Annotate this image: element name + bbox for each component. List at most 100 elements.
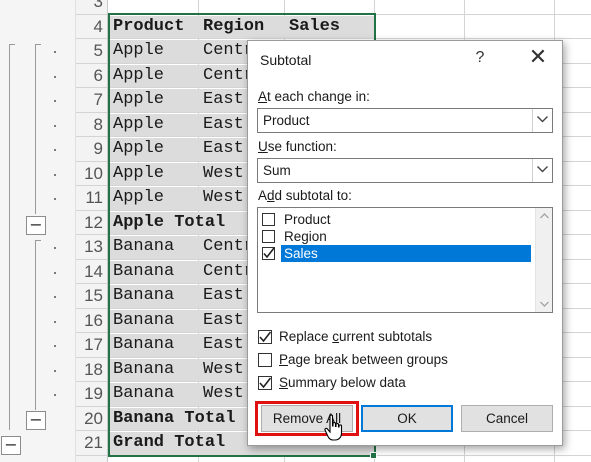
cell-product[interactable]: Banana [108, 260, 198, 284]
ok-button[interactable]: OK [361, 405, 453, 432]
outline-detail-dot [54, 247, 56, 249]
outline-detail-dot [54, 296, 56, 298]
at-each-change-dropdown[interactable]: Product [257, 108, 553, 133]
check-icon [259, 377, 272, 389]
row-header[interactable]: 12 [76, 211, 107, 235]
cell-product[interactable]: Banana [108, 284, 198, 308]
option-label: Page break between groups [279, 352, 448, 367]
collapse-banana-button[interactable]: − [26, 411, 46, 430]
outline-detail-dot [54, 369, 56, 372]
cancel-button[interactable]: Cancel [461, 405, 553, 432]
cell-product[interactable]: Product [108, 15, 198, 39]
outline-detail-dot [54, 198, 56, 200]
row-header[interactable]: 14 [76, 260, 107, 284]
cell-product[interactable]: Apple [108, 137, 198, 161]
row-header[interactable]: 8 [76, 113, 107, 137]
subtotal-field-label: Product [284, 212, 331, 227]
collapse-grand-total-button[interactable]: − [1, 436, 21, 455]
row-header[interactable]: 4 [76, 15, 107, 39]
outline-detail-dot [54, 271, 56, 274]
checkbox[interactable] [262, 247, 275, 260]
chevron-down-icon[interactable] [532, 109, 552, 132]
row-header[interactable]: 5 [76, 39, 107, 64]
row-headers: 3 4 5 6 7 8 9 10 11 12 13 14 15 16 17 18 19 20 21 [76, 0, 108, 462]
cell-product[interactable]: Banana [108, 235, 198, 259]
checkbox[interactable] [262, 213, 275, 226]
check-icon [263, 247, 275, 259]
outline-gutter: − − − [0, 0, 76, 462]
cell-sales[interactable] [284, 0, 374, 14]
subtotal-field-item[interactable]: Product [260, 211, 532, 228]
row-header[interactable]: 10 [76, 162, 107, 186]
row-header[interactable]: 11 [76, 186, 107, 211]
cell-product[interactable]: Apple [108, 88, 198, 112]
hand-pointer-icon [324, 414, 343, 441]
at-each-change-value: Product [263, 113, 310, 128]
row-header[interactable]: 19 [76, 382, 107, 407]
scroll-down-icon[interactable] [540, 301, 549, 307]
fill-handle[interactable] [370, 452, 377, 459]
cell-product[interactable] [108, 0, 198, 14]
checkbox[interactable] [258, 330, 272, 344]
subtotal-dialog: Subtotal ? ✕ At each change in: Product … [247, 40, 563, 446]
cell-product[interactable]: Apple [108, 39, 198, 63]
checkbox[interactable] [258, 353, 272, 367]
cell-product[interactable]: Banana [108, 333, 198, 357]
row-header[interactable]: 21 [76, 431, 107, 456]
outline-detail-dot [54, 345, 56, 347]
cell-sales[interactable]: Sales [284, 15, 374, 39]
outline-level2-bracket-banana [35, 240, 36, 410]
chevron-down-icon[interactable] [532, 159, 552, 182]
subtotal-field-label: Region [284, 229, 327, 244]
cell-region[interactable]: Region [198, 15, 284, 39]
row-header[interactable]: 15 [76, 284, 107, 309]
cell-region[interactable] [198, 0, 284, 14]
use-function-value: Sum [263, 163, 291, 178]
outline-detail-dot [54, 173, 56, 176]
at-each-change-label: At each change in: [258, 89, 370, 104]
row-header[interactable]: 13 [76, 235, 107, 260]
option-label: Replace current subtotals [279, 329, 433, 344]
row-header[interactable]: 18 [76, 358, 107, 382]
use-function-dropdown[interactable]: Sum [257, 158, 553, 183]
row-header[interactable]: 7 [76, 88, 107, 113]
outline-level1-bracket [9, 44, 10, 430]
cell-product[interactable]: Apple [108, 186, 198, 210]
option-checkbox[interactable]: Page break between groups [258, 352, 508, 368]
checkbox[interactable] [258, 376, 272, 390]
outline-detail-dot [54, 75, 56, 78]
option-label: Summary below data [279, 375, 406, 390]
scroll-up-icon[interactable] [540, 213, 549, 219]
cell-product[interactable]: Apple [108, 113, 198, 137]
row-header[interactable]: 16 [76, 309, 107, 333]
cell-product[interactable]: Banana [108, 309, 198, 333]
row-header[interactable]: 20 [76, 407, 107, 431]
checkbox[interactable] [262, 230, 275, 243]
add-subtotal-label: Add subtotal to: [258, 188, 352, 203]
row-header[interactable]: 3 [76, 0, 107, 15]
option-checkbox[interactable]: Replace current subtotals [258, 329, 508, 345]
add-subtotal-listbox[interactable]: Product Region Sales [257, 207, 553, 313]
subtotal-field-item[interactable]: Region [260, 228, 532, 245]
outline-detail-dot [54, 320, 56, 323]
row-header[interactable]: 6 [76, 64, 107, 88]
close-icon[interactable]: ✕ [527, 45, 549, 71]
subtotal-field-item[interactable]: Sales [260, 245, 532, 262]
outline-detail-dot [54, 149, 56, 151]
row-header[interactable]: 9 [76, 137, 107, 162]
option-checkbox[interactable]: Summary below data [258, 375, 508, 391]
collapse-apple-button[interactable]: − [26, 216, 46, 235]
outline-detail-dot [54, 394, 56, 396]
subtotal-field-label: Sales [281, 245, 531, 262]
cell-product[interactable]: Banana [108, 382, 198, 406]
help-button[interactable]: ? [472, 49, 488, 67]
listbox-scrollbar[interactable] [535, 208, 552, 312]
check-icon [259, 331, 272, 343]
cell-product[interactable]: Apple [108, 162, 198, 186]
outline-detail-dot [54, 100, 56, 102]
cell-product[interactable]: Apple [108, 64, 198, 88]
row-header[interactable]: 17 [76, 333, 107, 358]
outline-level2-bracket-apple [35, 44, 36, 214]
cell-product[interactable]: Banana [108, 358, 198, 382]
outline-detail-dot [54, 124, 56, 127]
